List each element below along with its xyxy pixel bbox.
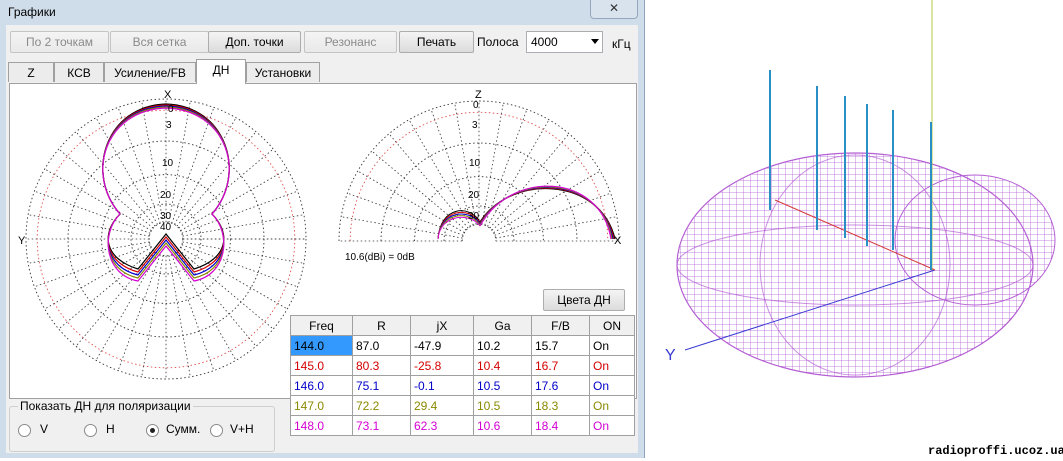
ring-label-3: 3 <box>166 120 172 131</box>
left-axis-y-label: Y <box>18 235 26 247</box>
r-ring-label-3: 3 <box>472 120 478 131</box>
ref-text: 10.6(dBi) = 0dB <box>345 252 415 263</box>
results-table: Freq R jX Ga F/B ON 144.0 87.0 -47.9 10.2 15… <box>290 315 635 436</box>
table-cell[interactable]: On <box>589 395 635 416</box>
table-cell[interactable]: 29.4 <box>410 395 474 416</box>
table-cell[interactable]: 10.5 <box>473 395 532 416</box>
table-cell[interactable]: 73.1 <box>352 415 411 436</box>
col-fb: F/B <box>531 315 590 336</box>
col-ga: Ga <box>473 315 532 336</box>
3d-pattern-mesh: Y radioproffi.ucoz.ua <box>665 0 1063 458</box>
r-ring-label-30: 30 <box>468 211 480 222</box>
resonance-button[interactable]: Резонанс <box>304 31 397 53</box>
graphs-window: Графики ✕ По 2 точкам Вся сетка Доп. точ… <box>0 0 645 458</box>
close-icon: ✕ <box>608 1 620 15</box>
table-cell[interactable]: -0.1 <box>410 375 474 396</box>
extra-points-button[interactable]: Доп. точки <box>208 31 301 53</box>
polarization-caption: Показать ДН для поляризации <box>18 399 193 413</box>
ring-label-40: 40 <box>160 222 172 233</box>
table-cell[interactable]: 62.3 <box>410 415 474 436</box>
table-cell[interactable]: -47.9 <box>410 335 474 356</box>
table-cell[interactable]: 10.6 <box>473 415 532 436</box>
tab-z[interactable]: Z <box>8 62 54 82</box>
close-button[interactable]: ✕ <box>590 0 638 19</box>
radio-v-plus-h-label: V+H <box>230 422 254 436</box>
table-cell[interactable]: 18.3 <box>531 395 590 416</box>
chevron-down-icon <box>591 39 599 44</box>
band-select[interactable]: 4000 <box>526 31 603 53</box>
table-header-row: Freq R jX Ga F/B ON <box>290 315 635 336</box>
tab-swr[interactable]: КСВ <box>54 62 104 82</box>
back-lobe <box>894 174 1056 306</box>
table-row[interactable]: 147.0 72.2 29.4 10.5 18.3 On <box>290 395 635 416</box>
whole-grid-button[interactable]: Вся сетка <box>110 31 209 53</box>
col-jx: jX <box>410 315 474 336</box>
table-cell[interactable]: 147.0 <box>290 395 353 416</box>
table-row[interactable]: 144.0 87.0 -47.9 10.2 15.7 On <box>290 335 635 356</box>
right-axis-x-label: X <box>614 235 622 247</box>
band-label: Полоса <box>477 35 519 49</box>
col-on: ON <box>589 315 635 336</box>
col-freq: Freq <box>290 315 353 336</box>
table-row[interactable]: 145.0 80.3 -25.8 10.4 16.7 On <box>290 355 635 376</box>
tab-gain-fb[interactable]: Усиление/FB <box>104 62 196 82</box>
table-cell[interactable]: 15.7 <box>531 335 590 356</box>
table-cell[interactable]: On <box>589 415 635 436</box>
radio-h[interactable] <box>84 424 97 437</box>
table-cell[interactable]: On <box>589 355 635 376</box>
r-ring-label-20: 20 <box>468 190 480 201</box>
3d-view: Y radioproffi.ucoz.ua <box>645 0 1063 458</box>
table-row[interactable]: 146.0 75.1 -0.1 10.5 17.6 On <box>290 375 635 396</box>
ring-label-30: 30 <box>160 211 172 222</box>
radio-v-plus-h[interactable] <box>210 424 223 437</box>
radio-sum[interactable] <box>146 424 159 437</box>
print-button[interactable]: Печать <box>399 31 474 53</box>
table-cell[interactable]: 145.0 <box>290 355 353 376</box>
watermark: radioproffi.ucoz.ua <box>928 444 1063 458</box>
table-cell[interactable]: 75.1 <box>352 375 411 396</box>
r-ring-label-10: 10 <box>469 158 481 169</box>
ring-label-0: 0 <box>168 104 174 115</box>
table-cell[interactable]: 10.2 <box>473 335 532 356</box>
3d-axis-y-label: Y <box>665 347 676 364</box>
table-row[interactable]: 148.0 73.1 62.3 10.6 18.4 On <box>290 415 635 436</box>
table-cell[interactable]: 146.0 <box>290 375 353 396</box>
polarization-group: Показать ДН для поляризации V H Сумм. V+… <box>9 399 275 452</box>
table-cell[interactable]: 80.3 <box>352 355 411 376</box>
title-bar: Графики ✕ <box>0 0 644 22</box>
tab-settings[interactable]: Установки <box>246 62 320 82</box>
window-title: Графики <box>8 5 56 19</box>
pattern-colors-button[interactable]: Цвета ДН <box>543 289 625 311</box>
ring-label-20: 20 <box>160 190 172 201</box>
table-cell[interactable]: 72.2 <box>352 395 411 416</box>
client-area: По 2 точкам Вся сетка Доп. точки Резонан… <box>6 25 638 453</box>
table-cell[interactable]: On <box>589 375 635 396</box>
unit-label: кГц <box>612 37 631 51</box>
by-two-points-button[interactable]: По 2 точкам <box>10 31 109 53</box>
azimuth-polar-plot <box>25 98 307 380</box>
ring-label-10: 10 <box>162 158 174 169</box>
table-cell[interactable]: 144.0 <box>290 335 353 356</box>
radio-h-label: H <box>106 422 115 436</box>
table-cell[interactable]: On <box>589 335 635 356</box>
left-axis-x-label: X <box>164 89 172 101</box>
radio-v[interactable] <box>18 424 31 437</box>
radio-v-label: V <box>40 422 49 436</box>
r-ring-label-0: 0 <box>473 100 479 111</box>
table-cell[interactable]: -25.8 <box>410 355 474 376</box>
table-cell[interactable]: 87.0 <box>352 335 411 356</box>
table-cell[interactable]: 10.4 <box>473 355 532 376</box>
table-cell[interactable]: 10.5 <box>473 375 532 396</box>
table-cell[interactable]: 18.4 <box>531 415 590 436</box>
tab-pattern[interactable]: ДН <box>196 59 246 84</box>
table-cell[interactable]: 148.0 <box>290 415 353 436</box>
col-r: R <box>352 315 411 336</box>
band-value: 4000 <box>531 35 558 49</box>
table-cell[interactable]: 17.6 <box>531 375 590 396</box>
table-cell[interactable]: 16.7 <box>531 355 590 376</box>
radio-sum-label: Сумм. <box>166 422 201 436</box>
